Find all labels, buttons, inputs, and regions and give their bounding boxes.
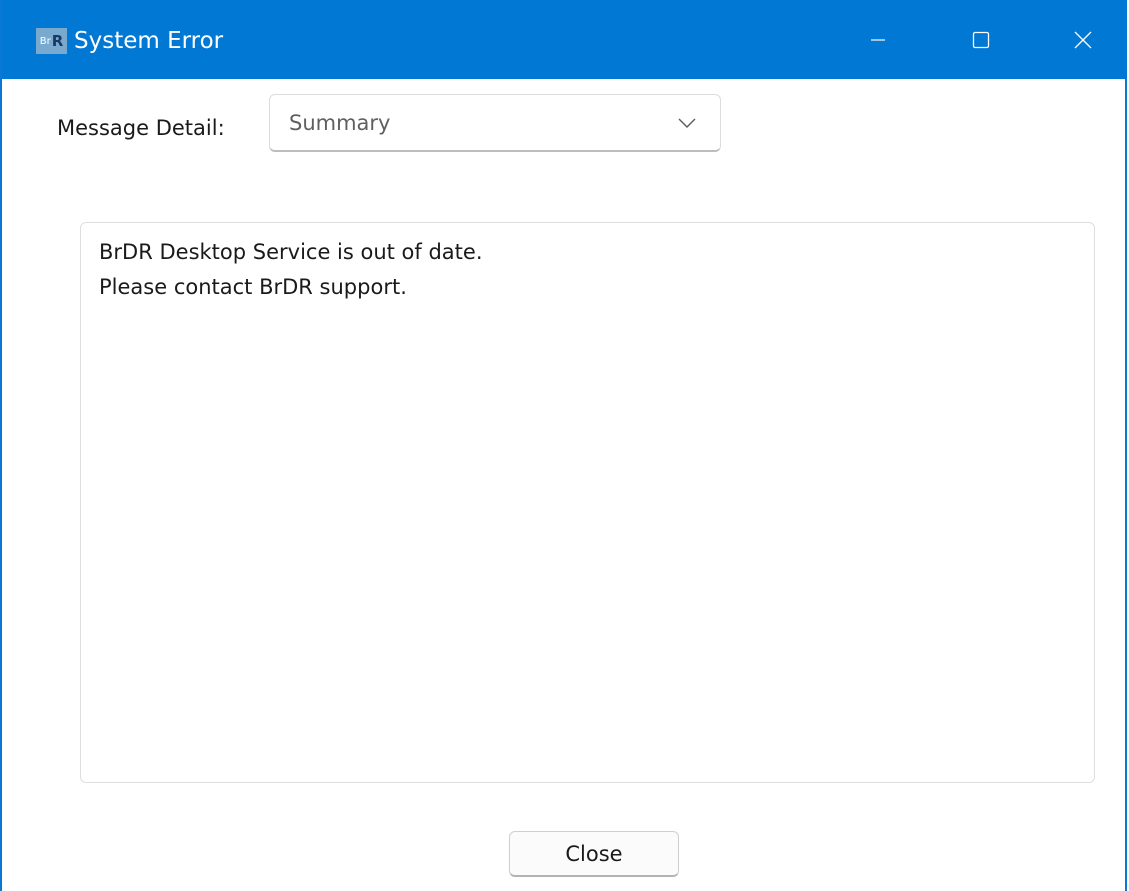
chevron-down-icon	[678, 118, 696, 128]
maximize-icon	[972, 31, 990, 48]
title-bar[interactable]: Br R System Error	[2, 0, 1127, 79]
message-detail-dropdown[interactable]: Summary	[269, 94, 721, 152]
message-line-1: BrDR Desktop Service is out of date.	[99, 240, 483, 264]
window-title: System Error	[74, 28, 224, 54]
message-detail-label: Message Detail:	[57, 116, 225, 140]
message-detail-selected-value: Summary	[289, 111, 391, 135]
close-icon	[1074, 31, 1092, 48]
app-icon: Br R	[36, 28, 67, 54]
close-window-button[interactable]	[1037, 0, 1129, 79]
app-icon-small-text: Br	[39, 35, 51, 47]
message-text-area[interactable]: BrDR Desktop Service is out of date. Ple…	[80, 222, 1095, 783]
app-icon-large-text: R	[51, 32, 64, 50]
minimize-button[interactable]	[832, 0, 924, 79]
close-button[interactable]: Close	[509, 831, 679, 877]
message-line-2: Please contact BrDR support.	[99, 275, 407, 299]
minimize-icon	[871, 38, 885, 41]
system-error-window: Br R System Error Message Detail: Summary	[0, 0, 1127, 891]
maximize-button[interactable]	[935, 0, 1027, 79]
